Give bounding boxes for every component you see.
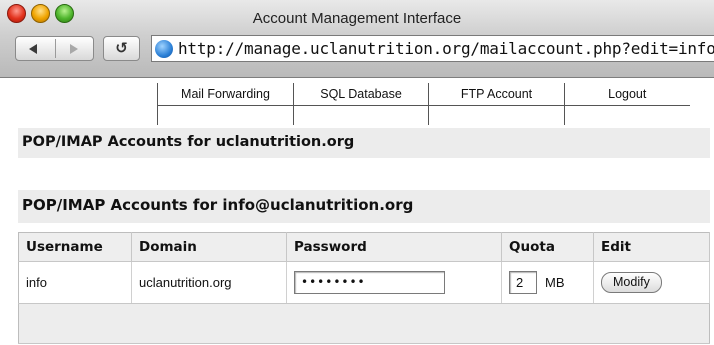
cell-quota: 2 MB (501, 261, 594, 304)
password-field[interactable]: •••••••• (294, 271, 445, 294)
nav-spacer-cell (428, 104, 565, 125)
nav-logout[interactable]: Logout (564, 83, 690, 105)
main-nav: Mail Forwarding SQL Database FTP Account… (157, 83, 690, 125)
footer-cell (18, 303, 710, 344)
header-quota: Quota (501, 232, 594, 262)
header-password: Password (286, 232, 502, 262)
nav-mail-forwarding[interactable]: Mail Forwarding (157, 83, 294, 105)
header-domain: Domain (131, 232, 287, 262)
domain-section-title: POP/IMAP Accounts for uclanutrition.org (18, 128, 710, 158)
nav-spacer-cell (564, 104, 690, 125)
browser-titlebar: Account Management Interface ↺ http://ma… (0, 0, 714, 78)
accounts-table: Username Domain Password Quota Edit info… (18, 232, 710, 344)
cell-domain: uclanutrition.org (131, 261, 287, 304)
address-bar[interactable]: http://manage.uclanutrition.org/mailacco… (151, 35, 714, 62)
nav-ftp-account[interactable]: FTP Account (428, 83, 565, 105)
modify-button[interactable]: Modify (601, 272, 662, 293)
quota-unit: MB (545, 275, 565, 290)
nav-spacer-cell (157, 104, 294, 125)
table-header-row: Username Domain Password Quota Edit (18, 232, 710, 262)
forward-arrow-icon[interactable] (70, 44, 78, 54)
cell-edit: Modify (593, 261, 710, 304)
nav-spacer-cell (293, 104, 429, 125)
window-title: Account Management Interface (252, 10, 462, 27)
back-forward-buttons (15, 36, 94, 61)
cell-username: info (18, 261, 132, 304)
url-text[interactable]: http://manage.uclanutrition.org/mailacco… (178, 39, 714, 58)
button-divider (55, 39, 56, 58)
globe-icon (155, 40, 173, 58)
nav-sql-database[interactable]: SQL Database (293, 83, 429, 105)
reload-button[interactable]: ↺ (103, 36, 140, 61)
cell-password: •••••••• (286, 261, 502, 304)
header-username: Username (18, 232, 132, 262)
back-arrow-icon[interactable] (29, 44, 37, 54)
table-footer-row (18, 303, 710, 344)
reload-icon: ↺ (115, 39, 128, 57)
table-row: info uclanutrition.org •••••••• 2 MB Modi… (18, 261, 710, 304)
quota-field[interactable]: 2 (509, 271, 537, 294)
account-section-title: POP/IMAP Accounts for info@uclanutrition… (18, 190, 710, 223)
header-edit: Edit (593, 232, 710, 262)
